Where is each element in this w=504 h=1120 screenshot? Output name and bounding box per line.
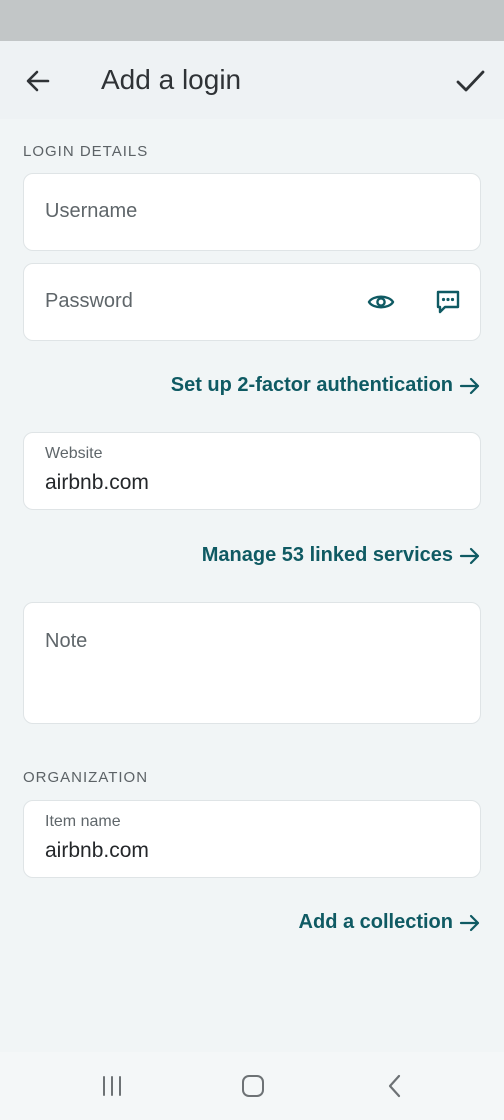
system-nav-bar — [0, 1052, 504, 1120]
item-name-value: airbnb.com — [45, 839, 149, 862]
password-field[interactable]: Password — [23, 263, 481, 341]
note-field[interactable]: Note — [23, 602, 481, 724]
website-field[interactable]: Website airbnb.com — [23, 432, 481, 510]
add-collection-label: Add a collection — [298, 911, 453, 933]
back-button[interactable] — [18, 61, 58, 101]
note-placeholder: Note — [45, 630, 88, 652]
setup-2fa-label: Set up 2-factor authentication — [170, 374, 453, 396]
save-button[interactable] — [448, 61, 492, 101]
password-generator-icon — [436, 290, 460, 314]
page-title: Add a login — [101, 64, 242, 95]
item-name-label: Item name — [45, 813, 121, 830]
home-icon — [242, 1075, 264, 1097]
manage-linked-services-link[interactable]: Manage 53 linked services — [202, 544, 481, 567]
password-placeholder: Password — [45, 290, 133, 312]
website-value: airbnb.com — [45, 471, 149, 494]
arrow-right-icon — [459, 913, 481, 933]
status-bar — [0, 0, 504, 41]
generate-password-button[interactable] — [430, 284, 466, 320]
eye-icon — [367, 295, 395, 309]
app-bar: Add a login — [0, 41, 504, 119]
recent-apps-button[interactable] — [92, 1068, 132, 1104]
checkmark-icon — [456, 70, 485, 92]
home-button[interactable] — [233, 1068, 273, 1104]
arrow-right-icon — [459, 376, 481, 396]
item-name-field[interactable]: Item name airbnb.com — [23, 800, 481, 878]
organization-header: ORGANIZATION — [23, 769, 149, 786]
add-collection-link[interactable]: Add a collection — [299, 911, 481, 934]
recent-apps-icon — [103, 1076, 121, 1096]
website-label: Website — [45, 445, 103, 462]
arrow-left-icon — [26, 70, 50, 92]
system-back-button[interactable] — [375, 1068, 415, 1104]
arrow-right-icon — [459, 546, 481, 566]
setup-2fa-link[interactable]: Set up 2-factor authentication — [171, 374, 481, 397]
manage-linked-services-label: Manage 53 linked services — [201, 544, 453, 566]
system-back-icon — [388, 1074, 401, 1098]
username-field[interactable]: Username — [23, 173, 481, 251]
username-placeholder: Username — [45, 200, 138, 222]
login-details-header: LOGIN DETAILS — [23, 143, 149, 160]
reveal-password-button[interactable] — [363, 284, 399, 320]
